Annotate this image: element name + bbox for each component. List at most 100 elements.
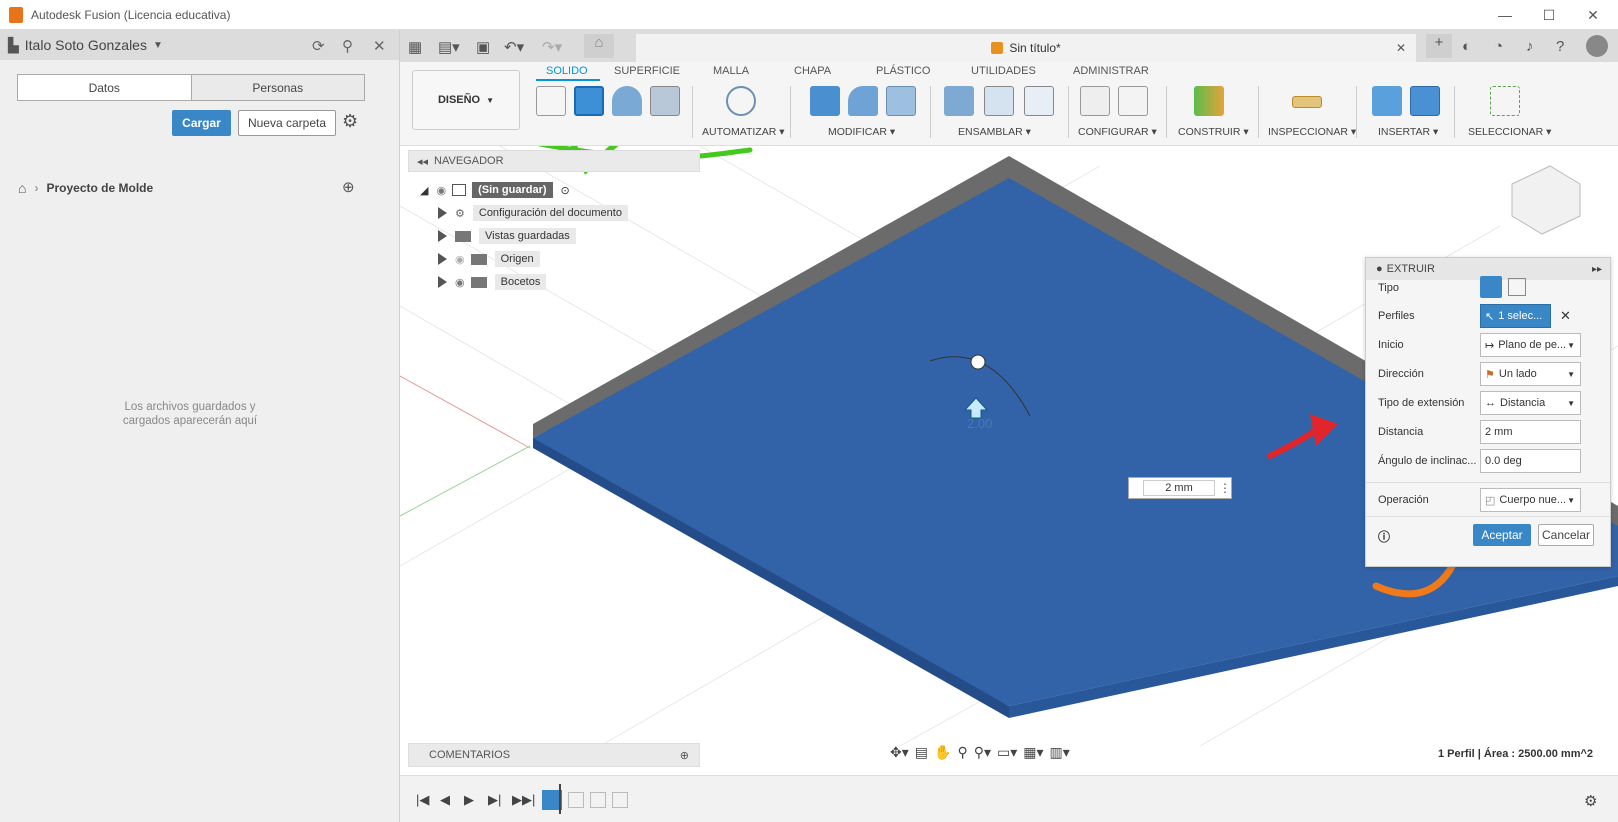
distance-heads-up-input[interactable]: 2 mm ⋮ bbox=[1128, 477, 1232, 499]
add-comment-icon[interactable]: ⊕ bbox=[680, 749, 689, 762]
close-icon[interactable]: ✕ bbox=[1571, 0, 1615, 30]
info-icon[interactable]: ⓘ bbox=[1378, 528, 1390, 545]
extrude-icon[interactable] bbox=[574, 86, 604, 116]
close-tab-icon[interactable]: ✕ bbox=[1396, 41, 1406, 55]
parameters-icon[interactable] bbox=[1080, 86, 1110, 116]
group-construir[interactable]: CONSTRUIR ▾ bbox=[1178, 126, 1249, 138]
activate-radio-icon[interactable]: ⊙ bbox=[561, 184, 570, 197]
globe-icon[interactable]: ⊕ bbox=[342, 178, 355, 196]
step-forward-icon[interactable]: ▶| bbox=[488, 792, 501, 808]
pan-icon[interactable]: ✋ bbox=[934, 744, 951, 761]
orbit-icon[interactable]: ✥▾ bbox=[890, 744, 909, 761]
tab-superficie[interactable]: SUPERFICIE bbox=[614, 65, 680, 77]
grid-settings-icon[interactable]: ▦▾ bbox=[1023, 744, 1043, 761]
expand-icon[interactable] bbox=[438, 276, 447, 288]
tab-malla[interactable]: MALLA bbox=[713, 65, 749, 77]
direction-select[interactable]: ⚑ Un lado ▼ bbox=[1480, 362, 1581, 386]
upload-button[interactable]: Cargar bbox=[172, 110, 231, 136]
expand-icon[interactable] bbox=[438, 253, 447, 265]
tree-item[interactable]: Vistas guardadas bbox=[438, 228, 576, 244]
joint-icon[interactable] bbox=[984, 86, 1014, 116]
dialog-collapse-icon[interactable]: ● bbox=[1376, 263, 1383, 275]
more-options-icon[interactable]: ⋮ bbox=[1219, 481, 1231, 495]
distance-heads-up-value[interactable]: 2 mm bbox=[1143, 480, 1215, 496]
create-sketch-icon[interactable] bbox=[536, 86, 566, 116]
type-solid-button[interactable] bbox=[1480, 276, 1502, 298]
comments-panel[interactable]: COMENTARIOS ⊕ bbox=[408, 743, 700, 767]
step-back-icon[interactable]: ◀ bbox=[440, 792, 450, 808]
tab-document[interactable]: Sin título* ✕ bbox=[636, 34, 1416, 62]
expand-panel-icon[interactable]: ▸▸ bbox=[1592, 264, 1602, 275]
eye-icon[interactable]: ◉ bbox=[455, 276, 465, 289]
automate-icon[interactable] bbox=[726, 86, 756, 116]
hole-icon[interactable] bbox=[650, 86, 680, 116]
user-name[interactable]: Italo Soto Gonzales bbox=[25, 37, 147, 53]
insert-canvas-icon[interactable] bbox=[1410, 86, 1440, 116]
tab-solido[interactable]: SOLIDO bbox=[546, 65, 588, 77]
gear-icon[interactable]: ⚙ bbox=[1584, 792, 1597, 810]
new-folder-button[interactable]: Nueva carpeta bbox=[238, 110, 336, 136]
tab-chapa[interactable]: CHAPA bbox=[794, 65, 831, 77]
avatar[interactable] bbox=[1586, 35, 1608, 57]
construct-plane-icon[interactable] bbox=[1194, 86, 1224, 116]
browser-navigator[interactable]: ◂◂ NAVEGADOR bbox=[408, 150, 700, 172]
distance-field[interactable]: 2 mm bbox=[1480, 420, 1581, 444]
timeline-marker[interactable] bbox=[559, 784, 561, 814]
ok-button[interactable]: Aceptar bbox=[1473, 524, 1531, 546]
grid-menu-icon[interactable]: ▦ bbox=[408, 38, 422, 56]
collapse-icon[interactable]: ◂◂ bbox=[417, 155, 428, 168]
undo-icon[interactable]: ↶▾ bbox=[504, 38, 524, 56]
tab-utilidades[interactable]: UTILIDADES bbox=[971, 65, 1036, 77]
group-insertar[interactable]: INSERTAR ▾ bbox=[1378, 126, 1438, 138]
maximize-icon[interactable]: ☐ bbox=[1527, 0, 1571, 30]
breadcrumb-project[interactable]: Proyecto de Molde bbox=[46, 181, 153, 195]
shell-icon[interactable] bbox=[886, 86, 916, 116]
refresh-icon[interactable]: ⟳ bbox=[312, 37, 325, 55]
configure-table-icon[interactable] bbox=[1118, 86, 1148, 116]
group-modificar[interactable]: MODIFICAR ▾ bbox=[828, 126, 895, 138]
tree-item[interactable]: ◉ Bocetos bbox=[438, 274, 547, 290]
select-window-icon[interactable] bbox=[1490, 86, 1520, 116]
home-tab-icon[interactable]: ⌂ bbox=[584, 34, 614, 58]
fit-icon[interactable]: ⚲▾ bbox=[974, 744, 991, 761]
insert-derive-icon[interactable] bbox=[1372, 86, 1402, 116]
job-status-icon[interactable]: ◔ bbox=[1494, 38, 1503, 55]
fillet-icon[interactable] bbox=[848, 86, 878, 116]
tree-item[interactable]: ◉ Origen bbox=[438, 251, 540, 267]
go-to-end-icon[interactable]: ▶▶| bbox=[512, 792, 535, 808]
collapse-triangle-icon[interactable]: ◢ bbox=[420, 184, 428, 197]
tree-item[interactable]: ⚙ Configuración del documento bbox=[438, 205, 628, 221]
workspace-switcher[interactable]: DISEÑO ▼ bbox=[412, 70, 520, 130]
tab-administrar[interactable]: ADMINISTRAR bbox=[1073, 65, 1149, 77]
play-icon[interactable]: ▶ bbox=[464, 792, 474, 808]
press-pull-icon[interactable] bbox=[810, 86, 840, 116]
angle-manipulator-handle[interactable] bbox=[970, 354, 986, 370]
group-inspeccionar[interactable]: INSPECCIONAR ▾ bbox=[1268, 126, 1356, 138]
extensions-icon[interactable]: ◐ bbox=[1462, 38, 1471, 55]
tab-datos[interactable]: Datos bbox=[18, 75, 191, 100]
profiles-selection[interactable]: ↖ 1 selec... bbox=[1480, 304, 1551, 328]
viewports-icon[interactable]: ▥▾ bbox=[1050, 744, 1070, 761]
tab-plastico[interactable]: PLÁSTICO bbox=[876, 65, 930, 77]
group-ensamblar[interactable]: ENSAMBLAR ▾ bbox=[958, 126, 1031, 138]
gear-icon[interactable]: ⚙ bbox=[342, 111, 358, 132]
look-at-icon[interactable]: ▤ bbox=[915, 744, 928, 761]
home-icon[interactable]: ⌂ bbox=[18, 180, 26, 196]
extent-type-select[interactable]: ↔ Distancia ▼ bbox=[1480, 391, 1581, 415]
chevron-down-icon[interactable]: ▼ bbox=[153, 40, 163, 51]
table-icon[interactable] bbox=[1024, 86, 1054, 116]
eye-hidden-icon[interactable]: ◉ bbox=[455, 253, 465, 266]
eye-icon[interactable]: ◉ bbox=[436, 184, 446, 197]
group-automatizar[interactable]: AUTOMATIZAR ▾ bbox=[702, 126, 784, 138]
operation-select[interactable]: ◰ Cuerpo nue... ▼ bbox=[1480, 488, 1581, 512]
cancel-button[interactable]: Cancelar bbox=[1538, 524, 1594, 546]
clear-selection-icon[interactable]: ✕ bbox=[1560, 308, 1571, 324]
close-panel-icon[interactable]: ✕ bbox=[373, 37, 386, 55]
notifications-icon[interactable]: ♪ bbox=[1526, 38, 1534, 55]
expand-icon[interactable] bbox=[438, 207, 447, 219]
display-settings-icon[interactable]: ▭▾ bbox=[997, 744, 1017, 761]
group-seleccionar[interactable]: SELECCIONAR ▾ bbox=[1468, 126, 1551, 138]
file-icon[interactable]: ▤▾ bbox=[438, 38, 460, 56]
search-icon[interactable]: ⚲ bbox=[342, 37, 353, 55]
minimize-icon[interactable]: — bbox=[1483, 0, 1527, 30]
